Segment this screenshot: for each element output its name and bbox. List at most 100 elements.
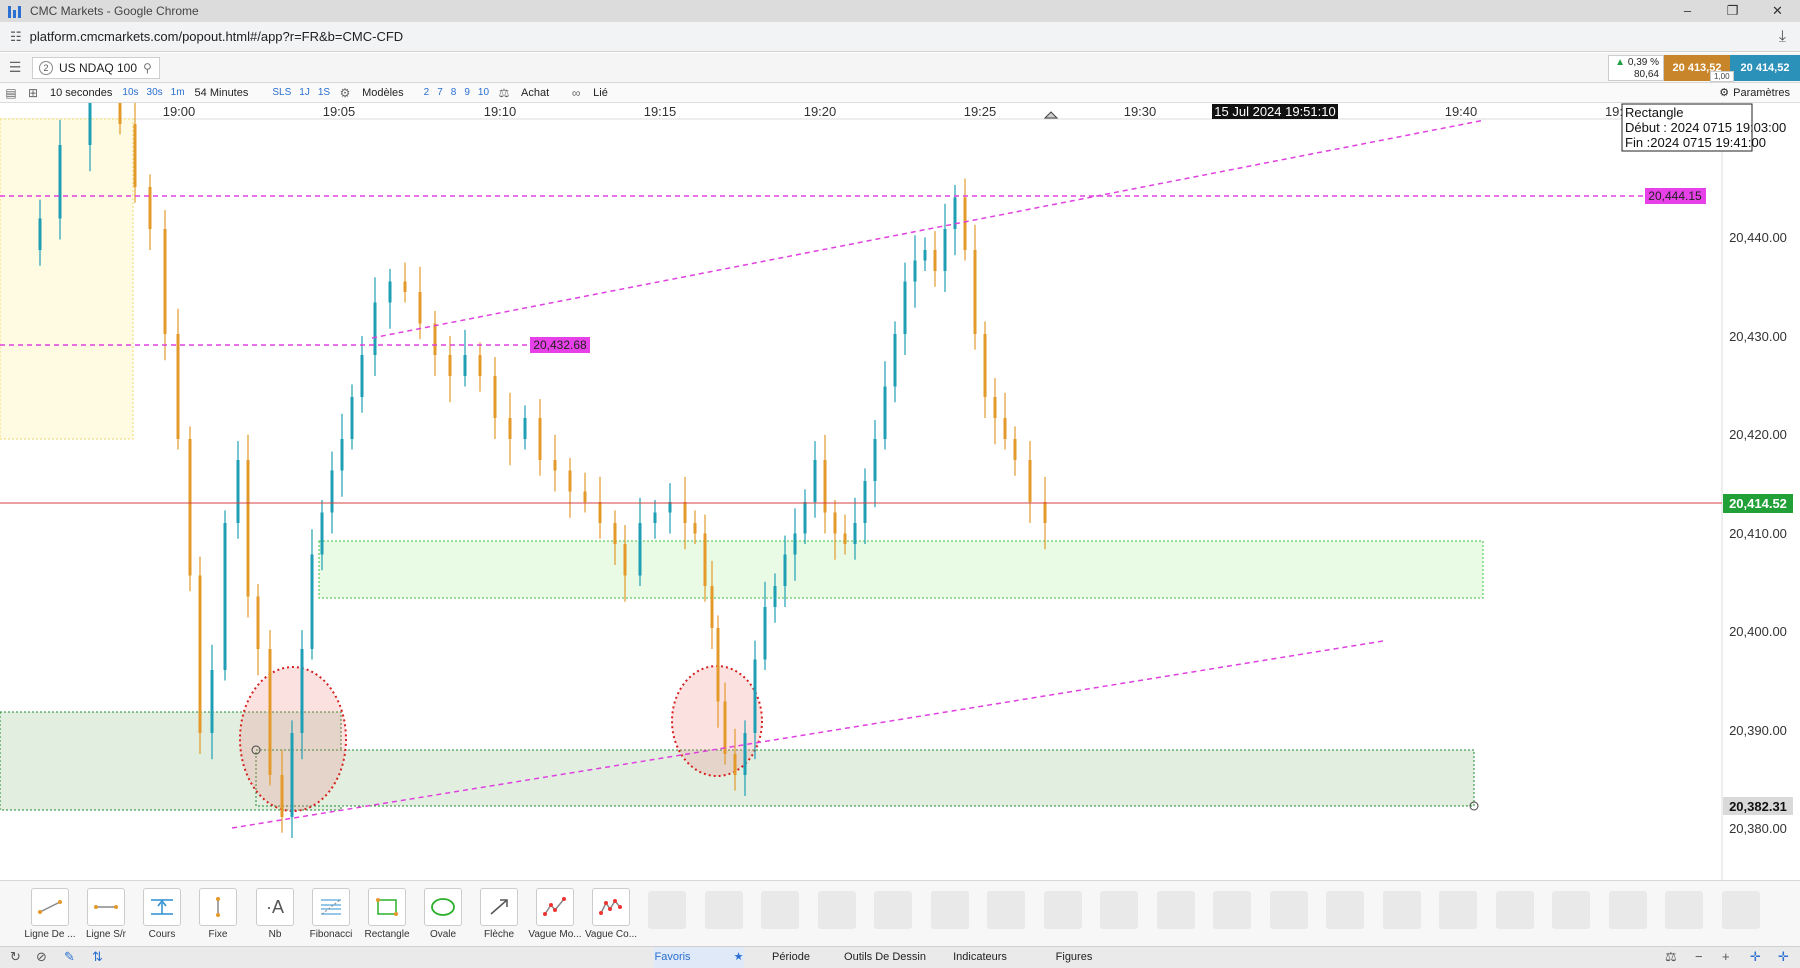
buy-mode-button[interactable]: Achat [521, 87, 549, 99]
tool-corrective-wave[interactable]: Vague Co... [583, 888, 639, 940]
browser-title-bar: CMC Markets - Google Chrome – ❐ ✕ [0, 0, 1800, 22]
tool-sr-line[interactable]: Ligne S/r [78, 888, 134, 940]
list-icon[interactable]: ▤ [0, 86, 22, 100]
wave-corrective-icon [599, 899, 622, 915]
scale-icon[interactable]: ⚖ [493, 86, 515, 100]
layout-8[interactable]: 8 [451, 87, 457, 98]
empty-favorite-slot[interactable] [1552, 891, 1590, 929]
templates-icon[interactable]: ⚙ [334, 86, 356, 100]
magnet-icon[interactable]: ⇅ [92, 949, 103, 965]
tool-trend-line[interactable]: Ligne De ... [22, 888, 78, 940]
download-icon[interactable]: ⤓ [1779, 28, 1786, 46]
crosshair-icon[interactable]: ✛ [1750, 949, 1761, 965]
crosshair-alt-icon[interactable]: ✛ [1778, 949, 1789, 965]
period-1s[interactable]: 1S [318, 87, 330, 98]
interval-1m[interactable]: 1m [171, 87, 185, 98]
price-tick: 20,440.00 [1729, 230, 1787, 245]
empty-favorite-slot[interactable] [1721, 891, 1760, 929]
layout-10[interactable]: 10 [478, 87, 489, 98]
lower-green-zone[interactable] [255, 749, 1475, 807]
period-1j[interactable]: 1J [299, 87, 310, 98]
empty-favorite-slot[interactable] [1326, 891, 1364, 929]
settings-button[interactable]: ⚙ Paramètres [1719, 86, 1790, 100]
tool-price-line[interactable]: Cours [134, 888, 190, 940]
interval-30s[interactable]: 30s [147, 87, 163, 98]
zoom-in-icon[interactable]: + [1722, 949, 1730, 964]
tab-period[interactable]: Période [746, 947, 836, 968]
settings-label: Paramètres [1733, 86, 1790, 99]
interval-select[interactable]: 10 secondes [50, 87, 112, 99]
templates-button[interactable]: Modèles [362, 87, 404, 99]
tab-favorites-label: Favoris [654, 951, 691, 963]
empty-favorite-slot[interactable] [817, 891, 856, 929]
layout-2[interactable]: 2 [424, 87, 430, 98]
empty-favorite-slot[interactable] [648, 891, 686, 929]
cursor-time-label: 15 Jul 2024 19:51:10 [1214, 104, 1335, 119]
candle-body [693, 523, 697, 534]
restore-icon[interactable]: ❐ [1710, 3, 1755, 19]
upper-green-zone[interactable] [318, 540, 1484, 599]
tool-arrow[interactable]: Flèche [471, 888, 527, 940]
menu-icon[interactable]: ☰ [4, 59, 26, 76]
price-chart[interactable]: 20,444.15 20,432.68 19:00 19:05 19:10 19… [0, 103, 1800, 880]
tool-fibonacci[interactable]: Fibonacci [303, 888, 359, 940]
url-text[interactable]: platform.cmcmarkets.com/popout.html#/app… [30, 29, 404, 44]
empty-favorite-slot[interactable] [1439, 891, 1477, 929]
empty-favorite-slot[interactable] [1608, 891, 1647, 929]
tab-drawing-tools[interactable]: Outils De Dessin [838, 947, 932, 968]
candle-body [300, 649, 304, 733]
layout-9[interactable]: 9 [464, 87, 470, 98]
empty-favorite-slot[interactable] [1382, 891, 1421, 929]
tooltip-end: Fin :2024 0715 19:41:00 [1625, 135, 1766, 150]
minimize-icon[interactable]: – [1665, 3, 1710, 19]
candle-body [133, 124, 137, 187]
yellow-zone-rectangle[interactable] [0, 118, 134, 440]
tool-impulse-wave[interactable]: Vague Mo... [527, 888, 583, 940]
close-icon[interactable]: ✕ [1755, 3, 1800, 19]
linked-button[interactable]: Lié [593, 87, 608, 99]
pencil-icon[interactable]: ✎ [64, 949, 75, 965]
empty-favorite-slot[interactable] [1043, 891, 1082, 929]
empty-favorite-slot[interactable] [1269, 891, 1308, 929]
sls-button[interactable]: SLS [272, 87, 291, 98]
tab-indicators[interactable]: Indicateurs [934, 947, 1026, 968]
empty-favorite-slot[interactable] [761, 891, 799, 929]
tab-figures[interactable]: Figures [1028, 947, 1120, 968]
tool-oval[interactable]: Ovale [415, 888, 471, 940]
empty-favorite-slot[interactable] [1100, 891, 1138, 929]
tool-rectangle[interactable]: Rectangle [359, 888, 415, 940]
interval-10s[interactable]: 10s [122, 87, 138, 98]
empty-favorite-slot[interactable] [930, 891, 969, 929]
link-icon[interactable]: ∞ [565, 86, 587, 100]
price-line-icon [151, 899, 173, 915]
empty-favorite-slot[interactable] [1665, 891, 1703, 929]
tool-label: Vague Mo... [528, 929, 582, 940]
empty-favorite-slot[interactable] [1213, 891, 1251, 929]
layout-icon[interactable]: ⊞ [22, 86, 44, 100]
empty-favorite-slot[interactable] [1495, 891, 1534, 929]
empty-favorite-slot[interactable] [704, 891, 743, 929]
wave-icon [543, 897, 566, 916]
search-icon[interactable]: ⚲ [143, 61, 152, 75]
zoom-out-icon[interactable]: − [1695, 949, 1703, 964]
instrument-search[interactable]: 2 US NDAQ 100 ⚲ [32, 56, 160, 79]
scale-toggle-icon[interactable]: ⚖ [1665, 949, 1677, 965]
price-tick: 20,430.00 [1729, 329, 1787, 344]
tool-note[interactable]: ·A Nb [247, 888, 303, 940]
price-tick: 20,420.00 [1729, 427, 1787, 442]
address-bar[interactable]: ☷ platform.cmcmarkets.com/popout.html#/a… [0, 22, 1800, 52]
candle-body [843, 533, 847, 544]
empty-favorite-slot[interactable] [1156, 891, 1195, 929]
refresh-icon[interactable]: ↻ [10, 949, 21, 965]
empty-favorite-slot[interactable] [874, 891, 912, 929]
tool-fixed-line[interactable]: Fixe [190, 888, 246, 940]
cancel-icon[interactable]: ⊘ [36, 949, 47, 965]
empty-favorite-slot[interactable] [987, 891, 1025, 929]
candle-body [340, 439, 344, 471]
layout-7[interactable]: 7 [437, 87, 443, 98]
candle-body [716, 628, 720, 702]
duration-select[interactable]: 54 Minutes [195, 87, 249, 99]
tab-favorites[interactable]: Favoris ★ [654, 947, 744, 968]
buy-button[interactable]: 20 414,52 1,00 [1710, 55, 1800, 82]
site-settings-icon[interactable]: ☷ [10, 29, 22, 45]
